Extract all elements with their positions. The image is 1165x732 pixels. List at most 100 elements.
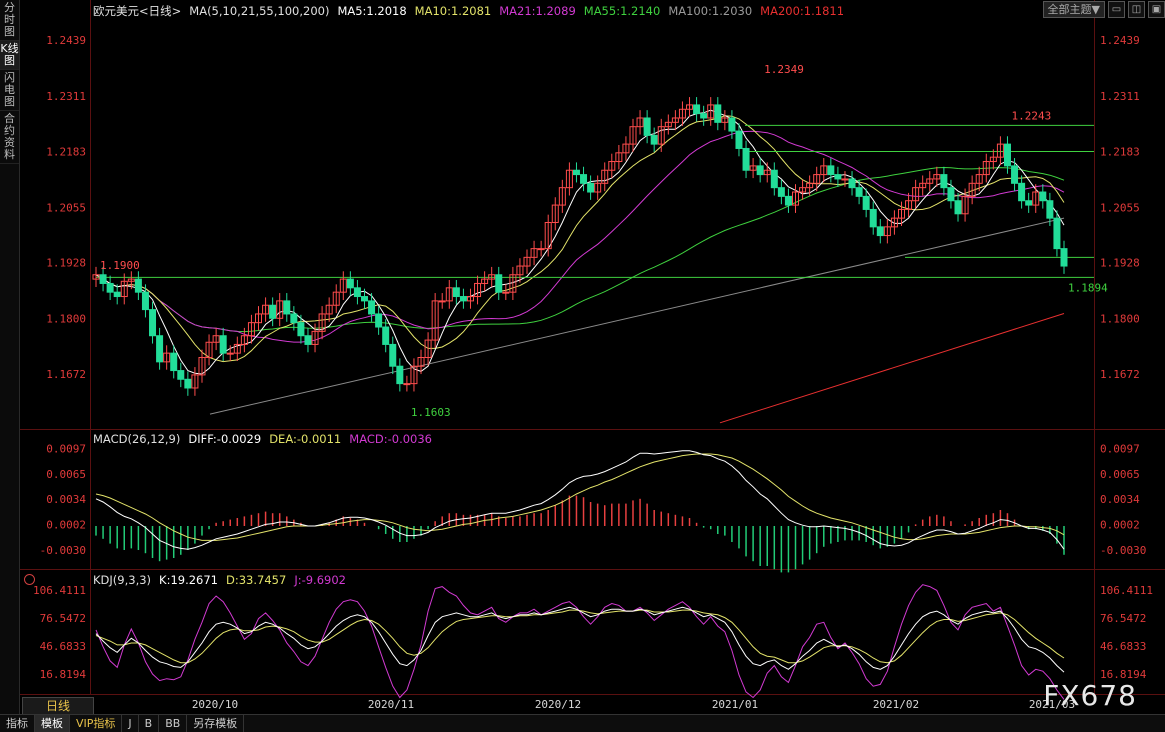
macd-tick-right: 0.0097 xyxy=(1100,442,1140,455)
candle-body xyxy=(141,291,149,311)
candle-body xyxy=(149,309,157,337)
bottom-toolbar: 指标 模板 VIP指标 J B BB 另存模板 xyxy=(0,714,1165,732)
candle-body xyxy=(777,187,785,197)
candle-body xyxy=(304,335,312,345)
price-tick-right: 1.1800 xyxy=(1100,312,1140,325)
candle-body xyxy=(714,104,722,123)
candle-body xyxy=(1011,165,1019,184)
price-tick-left: 1.1800 xyxy=(46,312,86,325)
candle-body xyxy=(770,169,778,189)
candle-body xyxy=(368,300,376,315)
macd-tick-left: 0.0097 xyxy=(46,442,86,455)
candle-body xyxy=(219,335,227,354)
candle-body xyxy=(396,365,404,385)
macd-dea-line xyxy=(95,453,1065,541)
candle-body xyxy=(580,174,588,184)
kdj-tick-left: 16.8194 xyxy=(40,668,87,681)
price-annotation: 1.2243 xyxy=(1011,109,1051,122)
price-tick-right: 1.1672 xyxy=(1100,368,1140,381)
macd-tick-left: -0.0030 xyxy=(40,544,86,557)
macd-dif-line xyxy=(95,450,1065,550)
candle-body xyxy=(382,326,390,345)
price-tick-left: 1.2311 xyxy=(46,90,86,103)
price-tick-right: 1.2439 xyxy=(1100,34,1140,47)
candle-body xyxy=(226,352,234,355)
candle-body xyxy=(438,300,446,303)
price-tick-right: 1.2183 xyxy=(1100,146,1140,159)
candle-body xyxy=(170,352,178,372)
candle-body xyxy=(587,182,595,193)
tab-indicators[interactable]: 指标 xyxy=(0,715,35,732)
candle-body xyxy=(495,274,503,293)
candle-body xyxy=(1003,143,1011,167)
price-tick-left: 1.1672 xyxy=(46,368,86,381)
candle-body xyxy=(113,291,121,298)
date-axis-label: 2021/02 xyxy=(873,698,919,711)
tab-bb[interactable]: BB xyxy=(159,715,188,732)
candle-body xyxy=(940,174,948,189)
kdj-d-line xyxy=(95,609,1065,664)
candle-body xyxy=(848,178,856,189)
price-annotation: 1.1894 xyxy=(1068,281,1108,294)
watermark: FX678 xyxy=(1043,679,1137,712)
macd-tick-right: 0.0002 xyxy=(1100,518,1140,531)
date-axis-label: 2020/12 xyxy=(535,698,581,711)
candle-body xyxy=(742,147,750,171)
candle-body xyxy=(346,278,354,289)
candle-body xyxy=(1053,217,1061,250)
macd-tick-left: 0.0065 xyxy=(46,468,86,481)
ma5-line xyxy=(95,109,1065,375)
ma21-line xyxy=(95,130,1065,343)
tab-templates[interactable]: 模板 xyxy=(35,715,70,732)
price-tick-right: 1.2055 xyxy=(1100,201,1140,214)
date-axis-label: 2020/11 xyxy=(368,698,414,711)
period-selector[interactable]: 日线 xyxy=(22,697,94,715)
kdj-tick-right: 106.4111 xyxy=(1100,584,1153,597)
candle-body xyxy=(1039,191,1047,202)
candle-body xyxy=(184,378,192,389)
candle-body xyxy=(177,370,185,380)
price-tick-left: 1.1928 xyxy=(46,257,86,270)
kdj-tick-left: 106.4111 xyxy=(33,584,86,597)
candle-body xyxy=(459,296,467,302)
kdj-tick-left: 76.5472 xyxy=(40,612,86,625)
candle-body xyxy=(784,195,792,206)
candle-body xyxy=(834,174,842,180)
tab-save-template[interactable]: 另存模板 xyxy=(187,715,245,732)
kdj-tick-right: 46.6833 xyxy=(1100,640,1146,653)
price-tick-right: 1.2311 xyxy=(1100,90,1140,103)
candle-body xyxy=(1046,200,1054,219)
candle-body xyxy=(389,343,397,367)
price-annotation: 1.2349 xyxy=(764,63,804,76)
candle-body xyxy=(735,130,743,149)
candle-body xyxy=(855,187,863,197)
candle-body xyxy=(643,117,651,136)
macd-tick-right: 0.0065 xyxy=(1100,468,1140,481)
candle-body xyxy=(954,200,962,215)
candle-body xyxy=(827,165,835,176)
price-annotation: 1.1603 xyxy=(411,406,451,419)
price-chart[interactable]: 1.2439 1.2439 1.2311 1.2311 1.2183 1.2183 1.20… xyxy=(0,0,1165,714)
macd-tick-right: -0.0030 xyxy=(1100,544,1146,557)
date-axis-label: 2020/10 xyxy=(192,698,238,711)
candle-body xyxy=(297,322,305,337)
candle-body xyxy=(502,291,510,294)
tab-vip-indicators[interactable]: VIP指标 xyxy=(70,715,123,732)
candle-body xyxy=(452,287,460,298)
candle-body xyxy=(756,165,764,176)
candle-body xyxy=(353,287,361,298)
date-axis-label: 2021/01 xyxy=(712,698,758,711)
candle-body xyxy=(650,134,658,145)
price-annotation: 1.1900 xyxy=(100,259,140,272)
tab-j[interactable]: J xyxy=(122,715,139,732)
candle-body xyxy=(156,335,164,363)
macd-tick-left: 0.0002 xyxy=(46,518,86,531)
price-tick-right: 1.1928 xyxy=(1100,257,1140,270)
candle-body xyxy=(290,313,298,324)
macd-tick-right: 0.0034 xyxy=(1100,493,1140,506)
candle-body xyxy=(1025,200,1033,206)
tab-b[interactable]: B xyxy=(139,715,160,732)
candle-body xyxy=(269,304,277,319)
candle-body xyxy=(375,313,383,328)
candle-body xyxy=(134,278,142,293)
